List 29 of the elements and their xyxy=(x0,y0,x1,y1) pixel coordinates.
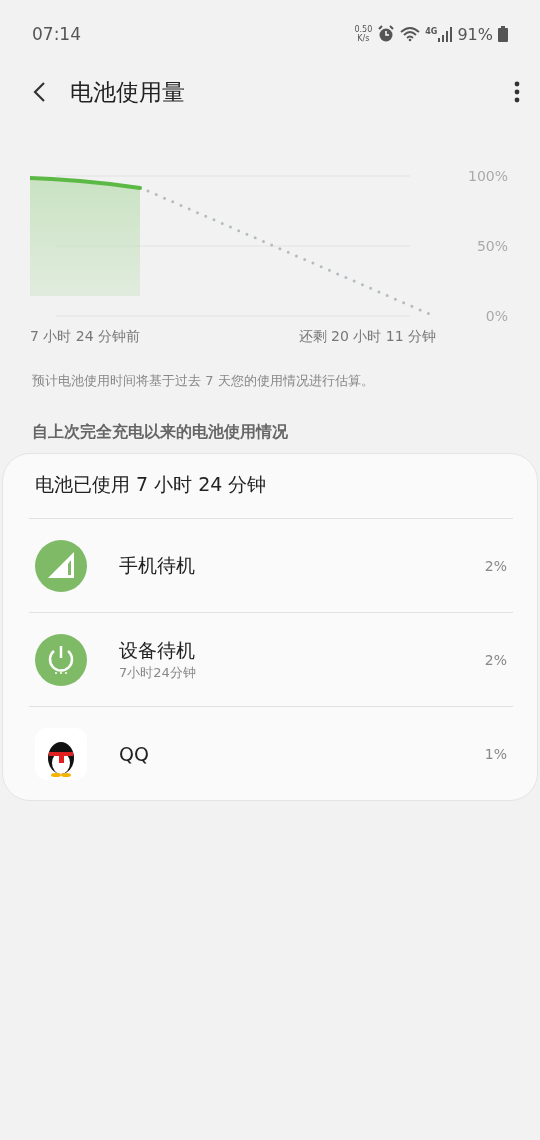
network-type: 4G xyxy=(425,26,438,36)
estimate-note: 预计电池使用时间将基于过去 7 天您的使用情况进行估算。 xyxy=(32,372,375,390)
item-name[interactable]: 手机待机 xyxy=(119,552,195,579)
power-icon xyxy=(35,633,87,686)
net-speed-unit: K/s xyxy=(357,34,370,43)
item-name[interactable]: 设备待机 xyxy=(119,637,196,664)
axis-label: 0% xyxy=(485,308,508,322)
back-icon xyxy=(32,81,46,103)
battery-icon xyxy=(498,26,508,42)
section-title: 自上次完全充电以来的电池使用情况 xyxy=(32,422,289,443)
more-icon xyxy=(514,81,520,103)
card-title: 电池已使用 7 小时 24 分钟 xyxy=(29,454,513,519)
chart-end-label: 还剩 20 小时 11 分钟 xyxy=(298,328,436,346)
wifi-icon xyxy=(400,26,421,42)
signal-icon xyxy=(35,539,87,592)
battery-percent: 91% xyxy=(457,24,493,44)
status-time: 07:14 xyxy=(32,24,81,44)
item-percent: 1% xyxy=(484,745,507,762)
axis-label: 100% xyxy=(467,168,508,184)
signal-bars-icon xyxy=(438,26,453,42)
item-name[interactable]: QQ xyxy=(119,742,149,765)
item-detail: 7小时24分钟 xyxy=(119,663,196,682)
page-title: 电池使用量 xyxy=(70,77,185,107)
net-speed-value: 0.50 xyxy=(354,25,373,34)
chart-start-label: 7 小时 24 分钟前 xyxy=(30,328,141,346)
item-percent: 2% xyxy=(484,651,507,668)
item-percent: 2% xyxy=(484,557,507,574)
axis-label: 50% xyxy=(476,238,508,254)
alarm-icon xyxy=(377,25,396,43)
